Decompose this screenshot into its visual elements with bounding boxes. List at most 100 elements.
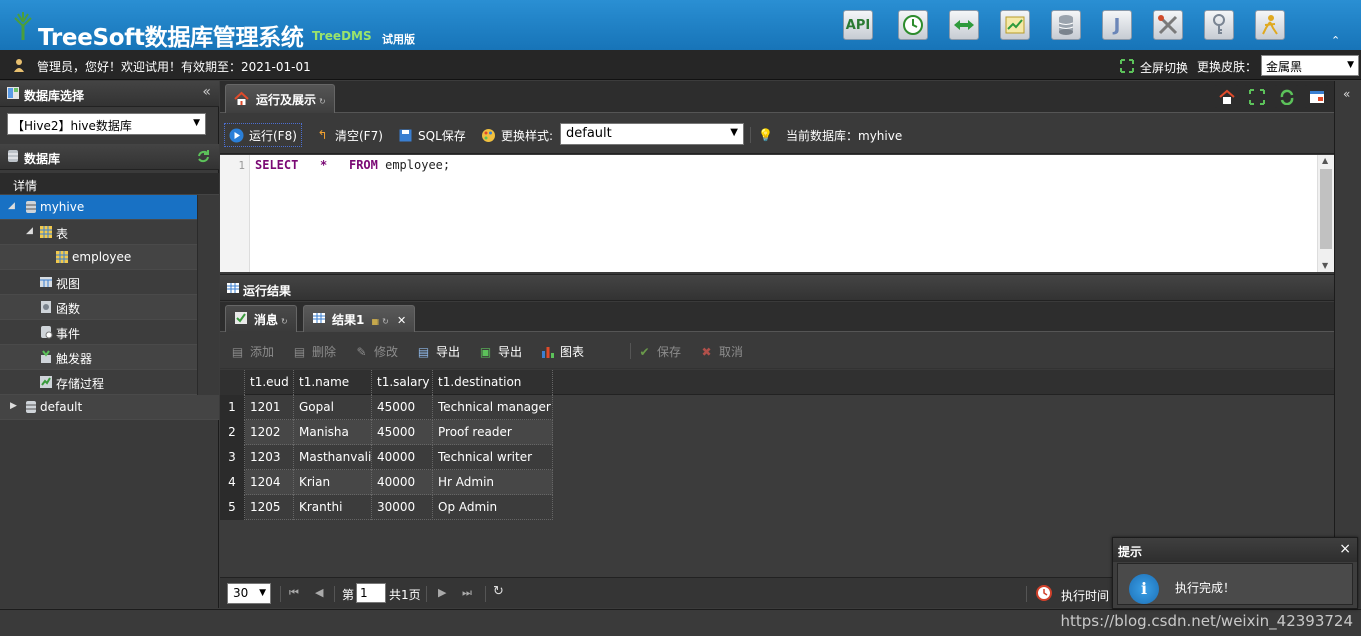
table-cell[interactable]: 1203 (245, 445, 294, 470)
table-cell[interactable]: Krian (294, 470, 372, 495)
maximize-button[interactable] (1245, 85, 1268, 108)
page-input[interactable]: 1 (356, 583, 386, 603)
table-row[interactable]: 5 1205 Kranthi 30000 Op Admin (220, 495, 553, 520)
table-cell[interactable]: 30000 (372, 495, 433, 520)
last-page-icon[interactable]: ⏭ (462, 586, 472, 600)
sql-editor[interactable]: 1 SELECT * FROM employee; ▲ ▼ (220, 155, 1334, 272)
table-cell[interactable]: Masthanvali (294, 445, 372, 470)
table-cell[interactable]: 40000 (372, 445, 433, 470)
table-cell[interactable]: 45000 (372, 420, 433, 445)
scroll-thumb[interactable] (1320, 169, 1332, 249)
column-header[interactable]: t1.destination (433, 370, 553, 395)
tree-item-events[interactable]: 事件 (0, 320, 197, 345)
chart-button[interactable]: 图表 (540, 343, 584, 360)
table-row[interactable]: 2 1202 Manisha 45000 Proof reader (220, 420, 553, 445)
first-page-icon[interactable]: ⏮ (289, 586, 299, 600)
table-cell[interactable]: Kranthi (294, 495, 372, 520)
json-button[interactable]: J (1102, 10, 1132, 40)
tree-item-myhive[interactable]: ◢ myhive (0, 195, 197, 220)
expand-right-icon[interactable]: « (1343, 87, 1350, 101)
collapse-header-icon[interactable]: ⌃ (1331, 34, 1345, 47)
current-db-text: 当前数据库：myhive (786, 128, 903, 143)
tab-result-1[interactable]: 结果1 ▦ ↻ ✕ (303, 305, 416, 332)
scroll-down-icon[interactable]: ▼ (1322, 261, 1328, 270)
save-sql-button[interactable]: SQL保存 (398, 123, 466, 147)
table-cell[interactable]: Technical manager (433, 395, 553, 420)
database-select-value: 【Hive2】hive数据库 (12, 119, 132, 133)
home-button[interactable] (1215, 85, 1238, 108)
table-cell[interactable]: Gopal (294, 395, 372, 420)
table-cell[interactable]: Technical writer (433, 445, 553, 470)
refresh-tab-icon[interactable]: ↻ (319, 97, 326, 106)
user-button[interactable] (1255, 10, 1285, 40)
table-cell[interactable]: 1202 (245, 420, 294, 445)
table-cell[interactable]: 45000 (372, 395, 433, 420)
tree-item-default[interactable]: ▶ default (0, 395, 219, 420)
tree-item-views[interactable]: 视图 (0, 270, 197, 295)
style-select[interactable]: default ▼ (560, 123, 744, 145)
reload-button[interactable] (1275, 85, 1298, 108)
table-cell[interactable]: Proof reader (433, 420, 553, 445)
close-icon[interactable]: × (1339, 541, 1351, 557)
tab-message[interactable]: 消息 ↻ (225, 305, 297, 332)
tools-button[interactable] (1153, 10, 1183, 40)
next-page-icon[interactable]: ▶ (438, 586, 446, 599)
scroll-up-icon[interactable]: ▲ (1322, 156, 1328, 165)
column-header[interactable]: t1.salary (372, 370, 433, 395)
database-select[interactable]: 【Hive2】hive数据库 ▼ (7, 113, 206, 135)
prev-page-icon[interactable]: ◀ (315, 586, 323, 599)
tree-item-triggers[interactable]: 触发器 (0, 345, 197, 370)
table-row[interactable]: 3 1203 Masthanvali 40000 Technical write… (220, 445, 553, 470)
sql-code[interactable]: SELECT * FROM employee; (255, 158, 450, 172)
column-header[interactable]: t1.eud (245, 370, 294, 395)
function-icon (41, 301, 51, 313)
table-row[interactable]: 4 1204 Krian 40000 Hr Admin (220, 470, 553, 495)
close-icon[interactable]: ✕ (397, 314, 406, 327)
expand-icon[interactable]: ◢ (8, 201, 15, 211)
run-button[interactable]: 运行(F8) (224, 123, 302, 147)
editor-scrollbar[interactable]: ▲ ▼ (1317, 155, 1334, 272)
fullscreen-toggle[interactable]: 全屏切换 (1140, 59, 1188, 76)
key-button[interactable] (1204, 10, 1234, 40)
tree-item-tables[interactable]: ◢ 表 (0, 220, 197, 245)
column-header[interactable]: t1.name (294, 370, 372, 395)
tab-label: 消息 (254, 313, 279, 327)
tree-item-functions[interactable]: 函数 (0, 295, 197, 320)
tree-item-label: 表 (56, 227, 69, 241)
table-cell[interactable]: 40000 (372, 470, 433, 495)
table-row[interactable]: 1 1201 Gopal 45000 Technical manager (220, 395, 553, 420)
save-button[interactable]: ✔ 保存 (637, 343, 681, 360)
table-cell[interactable]: 1205 (245, 495, 294, 520)
refresh-icon[interactable] (196, 149, 211, 164)
skin-select[interactable]: 金属黑 ▼ (1261, 55, 1359, 76)
collapse-left-icon[interactable]: « (202, 84, 211, 100)
table-cell[interactable]: Op Admin (433, 495, 553, 520)
export-button[interactable]: ▤ 导出 (416, 343, 460, 360)
fullscreen-icon[interactable] (1120, 59, 1134, 73)
window-button[interactable] (1305, 85, 1328, 108)
reload-icon[interactable]: ↻ (493, 584, 504, 599)
api-button[interactable]: API (843, 10, 873, 40)
expand-icon[interactable]: ▶ (10, 401, 17, 411)
schedule-button[interactable] (898, 10, 928, 40)
tree-item-employee[interactable]: employee (0, 245, 197, 270)
cancel-button[interactable]: ✖ 取消 (699, 343, 743, 360)
monitor-button[interactable] (1000, 10, 1030, 40)
table-cell[interactable]: Manisha (294, 420, 372, 445)
refresh-tab-icon[interactable]: ↻ (382, 317, 389, 326)
refresh-tab-icon[interactable]: ↻ (281, 317, 288, 326)
page-size-select[interactable]: 30 ▼ (227, 583, 271, 604)
sync-button[interactable] (949, 10, 979, 40)
expand-icon[interactable]: ◢ (26, 226, 33, 236)
clear-button[interactable]: ↰ 清空(F7) (315, 123, 382, 147)
tab-run-and-display[interactable]: 运行及展示 ↻ (225, 84, 335, 113)
tree-item-procedures[interactable]: 存储过程 (0, 370, 197, 395)
table-cell[interactable]: 1204 (245, 470, 294, 495)
table-cell[interactable]: 1201 (245, 395, 294, 420)
table-cell[interactable]: Hr Admin (433, 470, 553, 495)
export-excel-button[interactable]: ▣ 导出 (478, 343, 522, 360)
add-button[interactable]: ▤ 添加 (230, 343, 274, 360)
database-button[interactable] (1051, 10, 1081, 40)
delete-button[interactable]: ▤ 删除 (292, 343, 336, 360)
modify-button[interactable]: ✎ 修改 (354, 343, 398, 360)
